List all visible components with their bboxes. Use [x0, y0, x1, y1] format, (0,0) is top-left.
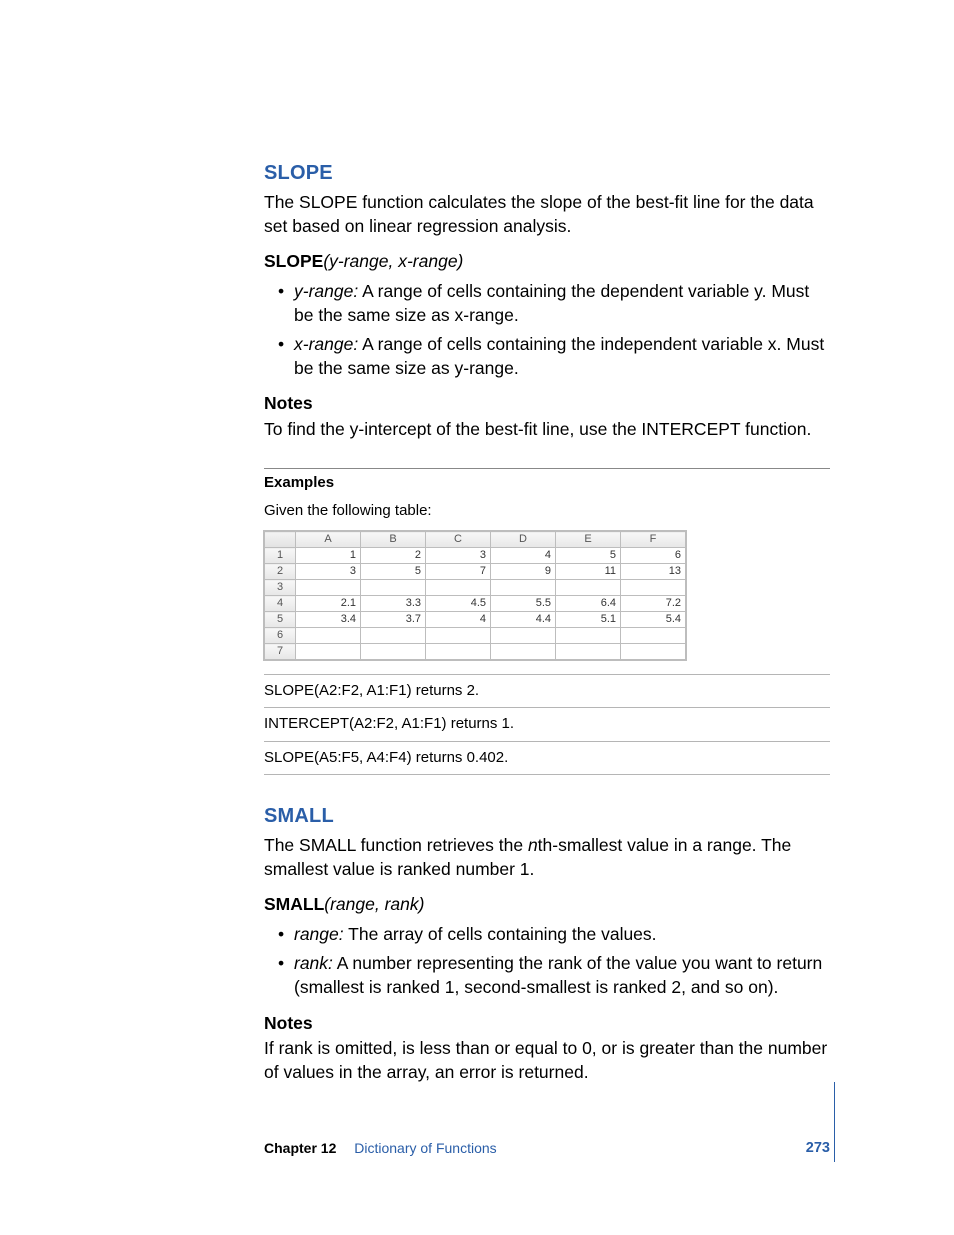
col-header: A [296, 532, 361, 548]
cell: 5.5 [491, 596, 556, 612]
example-line: INTERCEPT(A2:F2, A1:F1) returns 1. [264, 708, 830, 741]
col-header: F [621, 532, 686, 548]
slope-param-x: x-range: A range of cells containing the… [264, 333, 830, 380]
cell: 3.3 [361, 596, 426, 612]
small-notes-head: Notes [264, 1012, 830, 1036]
cell [621, 580, 686, 596]
slope-description: The SLOPE function calculates the slope … [264, 191, 830, 238]
cell: 6.4 [556, 596, 621, 612]
row-header: 2 [265, 564, 296, 580]
cell: 3.7 [361, 612, 426, 628]
row-header: 4 [265, 596, 296, 612]
cell [426, 628, 491, 644]
page-content: SLOPE The SLOPE function calculates the … [264, 160, 830, 1095]
col-header: B [361, 532, 426, 548]
row-header: 5 [265, 612, 296, 628]
slope-notes-head: Notes [264, 392, 830, 416]
cell: 5.1 [556, 612, 621, 628]
cell: 11 [556, 564, 621, 580]
slope-signature: SLOPE(y-range, x-range) [264, 250, 830, 274]
row-header: 6 [265, 628, 296, 644]
table-header-row: A B C D E F [265, 532, 686, 548]
page-footer: Chapter 12 Dictionary of Functions 273 [264, 1139, 830, 1159]
row-header: 7 [265, 644, 296, 660]
cell: 2.1 [296, 596, 361, 612]
example-results: SLOPE(A2:F2, A1:F1) returns 2. INTERCEPT… [264, 674, 830, 775]
cell: 4.4 [491, 612, 556, 628]
cell: 7 [426, 564, 491, 580]
cell: 3 [296, 564, 361, 580]
col-header: D [491, 532, 556, 548]
cell: 2 [361, 548, 426, 564]
cell [556, 628, 621, 644]
footer-title: Dictionary of Functions [354, 1140, 496, 1156]
cell [296, 580, 361, 596]
corner-cell [265, 532, 296, 548]
small-param-list: range: The array of cells containing the… [264, 923, 830, 1000]
cell: 5 [361, 564, 426, 580]
small-param-range: range: The array of cells containing the… [264, 923, 830, 947]
cell [296, 628, 361, 644]
cell: 3.4 [296, 612, 361, 628]
heading-small: SMALL [264, 803, 830, 830]
cell [361, 628, 426, 644]
heading-slope: SLOPE [264, 160, 830, 187]
footer-chapter: Chapter 12 [264, 1140, 336, 1156]
small-notes: If rank is omitted, is less than or equa… [264, 1037, 830, 1084]
small-description: The SMALL function retrieves the nth-sma… [264, 834, 830, 881]
cell [621, 644, 686, 660]
cell: 6 [621, 548, 686, 564]
cell: 1 [296, 548, 361, 564]
small-signature: SMALL(range, rank) [264, 893, 830, 917]
examples-intro: Given the following table: [264, 501, 830, 521]
cell [491, 628, 556, 644]
cell [556, 580, 621, 596]
cell: 4 [426, 612, 491, 628]
cell: 3 [426, 548, 491, 564]
cell [621, 628, 686, 644]
cell: 13 [621, 564, 686, 580]
cell [491, 644, 556, 660]
cell: 7.2 [621, 596, 686, 612]
slope-param-list: y-range: A range of cells containing the… [264, 280, 830, 381]
col-header: E [556, 532, 621, 548]
example-line: SLOPE(A5:F5, A4:F4) returns 0.402. [264, 742, 830, 775]
cell [296, 644, 361, 660]
footer-page-number: 273 [806, 1139, 830, 1159]
slope-param-y: y-range: A range of cells containing the… [264, 280, 830, 327]
examples-head: Examples [264, 473, 830, 493]
cell [426, 580, 491, 596]
cell [491, 580, 556, 596]
cell [426, 644, 491, 660]
cell: 4.5 [426, 596, 491, 612]
row-header: 1 [265, 548, 296, 564]
cell: 5 [556, 548, 621, 564]
slope-notes: To find the y-intercept of the best-fit … [264, 418, 830, 442]
cell [361, 580, 426, 596]
cell: 5.4 [621, 612, 686, 628]
cell: 9 [491, 564, 556, 580]
example-line: SLOPE(A2:F2, A1:F1) returns 2. [264, 675, 830, 708]
row-header: 3 [265, 580, 296, 596]
cell [556, 644, 621, 660]
footer-rule [834, 1082, 835, 1162]
rule [264, 468, 830, 469]
example-spreadsheet: A B C D E F 1 1 2 3 4 5 6 2 3 5 7 9 11 1… [264, 531, 686, 660]
col-header: C [426, 532, 491, 548]
cell: 4 [491, 548, 556, 564]
cell [361, 644, 426, 660]
small-param-rank: rank: A number representing the rank of … [264, 952, 830, 999]
